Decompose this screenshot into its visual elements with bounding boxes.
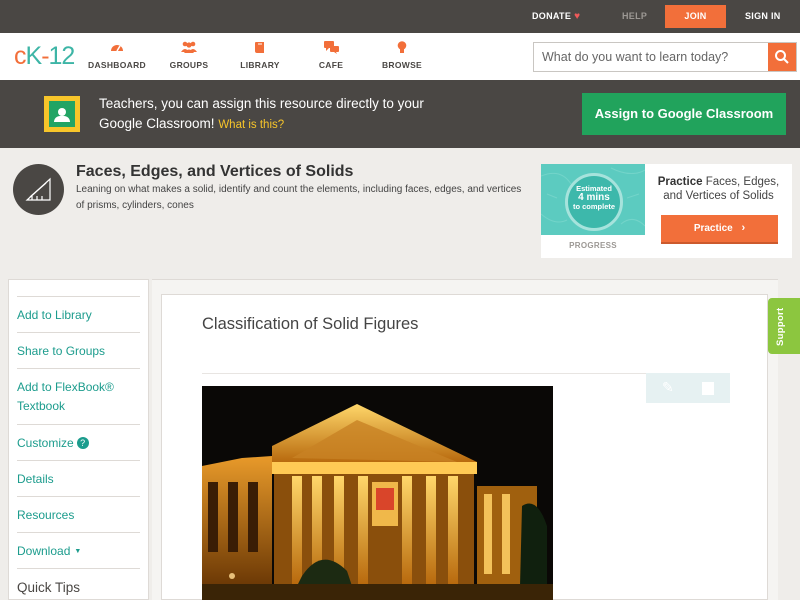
join-button[interactable]: JOIN xyxy=(665,5,726,28)
what-is-this-link[interactable]: What is this? xyxy=(218,119,284,131)
content-tools: ✎ xyxy=(646,373,730,403)
concept-geometry-icon xyxy=(13,164,64,215)
search-input[interactable] xyxy=(534,43,768,71)
support-tab[interactable]: Support xyxy=(768,298,800,354)
help-question-icon[interactable]: ? xyxy=(76,437,89,449)
heart-icon: ♥ xyxy=(574,11,581,22)
top-bar: DONATE ♥ HELP JOIN SIGN IN xyxy=(0,0,800,33)
main-nav: cK-12 DASHBOARD GROUPS LIBRARY CAFE BROW… xyxy=(0,33,800,80)
search-box xyxy=(533,42,797,72)
progress-graphic: Estimated 4 mins to complete xyxy=(541,164,645,235)
caret-down-icon: ▼ xyxy=(74,548,82,555)
ck12-logo[interactable]: cK-12 xyxy=(14,42,75,70)
banner-text: Teachers, you can assign this resource d… xyxy=(99,96,424,131)
library-book-icon xyxy=(225,41,295,57)
sidebar-details[interactable]: Details xyxy=(17,460,140,497)
sidebar-add-to-flexbook[interactable]: Add to FlexBook® Textbook xyxy=(17,368,140,423)
sidebar-resources[interactable]: Resources xyxy=(17,496,140,533)
assign-google-classroom-button[interactable]: Assign to Google Classroom xyxy=(582,93,786,135)
pencil-edit-icon[interactable]: ✎ xyxy=(662,379,674,396)
nav-groups[interactable]: GROUPS xyxy=(154,41,224,70)
nav-browse[interactable]: BROWSE xyxy=(367,41,437,70)
dashboard-gauge-icon xyxy=(82,41,152,57)
estimate-text: Estimated 4 mins to complete xyxy=(572,184,616,211)
sidebar-download[interactable]: Download ▼ xyxy=(17,532,140,569)
sidebar-share-to-groups[interactable]: Share to Groups xyxy=(17,332,140,369)
notes-icon[interactable] xyxy=(702,382,714,395)
google-classroom-icon xyxy=(44,96,80,132)
sidebar-add-to-library[interactable]: Add to Library xyxy=(17,296,140,333)
nav-library[interactable]: LIBRARY xyxy=(225,41,295,70)
museum-photo xyxy=(202,386,553,600)
help-link[interactable]: HELP xyxy=(622,0,647,33)
donate-link[interactable]: DONATE ♥ xyxy=(532,0,580,33)
browse-lightbulb-icon xyxy=(367,41,437,57)
donate-label: DONATE xyxy=(532,11,572,21)
nav-cafe[interactable]: CAFE xyxy=(296,41,366,70)
practice-heading: Practice Faces, Edges, and Vertices of S… xyxy=(657,176,780,202)
sidebar: Add to Library Share to Groups Add to Fl… xyxy=(8,279,149,600)
search-button[interactable] xyxy=(768,43,796,71)
nav-dashboard[interactable]: DASHBOARD xyxy=(82,41,152,70)
chevron-right-icon: › xyxy=(741,222,746,234)
practice-card: Estimated 4 mins to complete PROGRESS Pr… xyxy=(541,164,792,258)
practice-button[interactable]: Practice › xyxy=(661,215,778,244)
sidebar-quick-tips[interactable]: Quick Tips xyxy=(17,568,140,600)
sign-in-link[interactable]: SIGN IN xyxy=(745,0,781,33)
page-title: Faces, Edges, and Vertices of Solids xyxy=(76,163,354,180)
cafe-chat-icon xyxy=(296,41,366,57)
sidebar-customize[interactable]: Customize? xyxy=(17,424,140,461)
google-classroom-banner: Teachers, you can assign this resource d… xyxy=(0,80,800,148)
groups-people-icon xyxy=(154,41,224,57)
progress-label: PROGRESS xyxy=(569,241,617,250)
page-description: Leaning on what makes a solid, identify … xyxy=(76,184,522,211)
search-icon xyxy=(775,50,789,64)
content-title: Classification of Solid Figures xyxy=(202,315,419,333)
